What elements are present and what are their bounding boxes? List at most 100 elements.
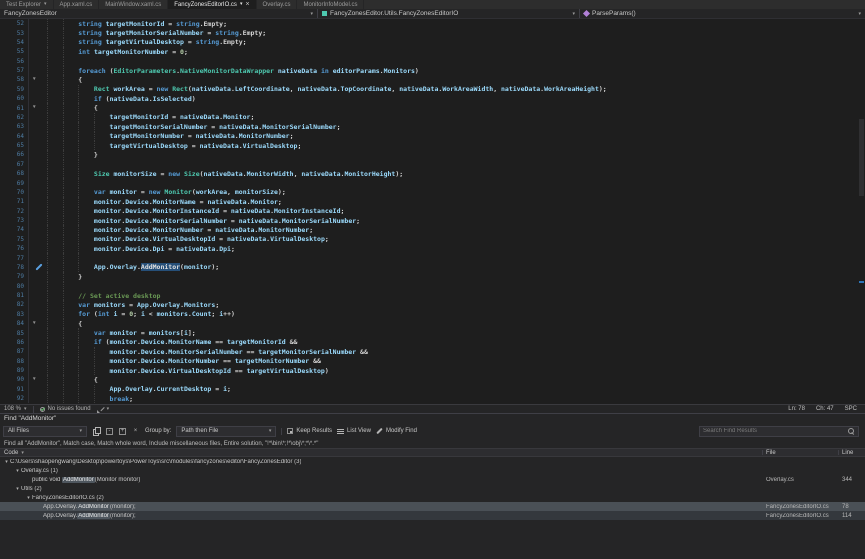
code-line[interactable]: 87monitor.Device.MonitorSerialNumber == … [0, 347, 865, 356]
line-number[interactable]: 73 [0, 217, 28, 224]
status-column-number[interactable]: Ch: 47 [816, 406, 834, 412]
code-line[interactable]: 67 [0, 160, 865, 169]
fold-chevron-icon[interactable]: ▾ [33, 75, 36, 84]
line-number[interactable]: 75 [0, 236, 28, 243]
glyph-margin[interactable] [28, 216, 47, 225]
code-line[interactable]: 73monitor.Device.MonitorSerialNumber = n… [0, 216, 865, 225]
line-number[interactable]: 90 [0, 376, 28, 383]
line-number[interactable]: 78 [0, 264, 28, 271]
code-line[interactable]: 61▾{ [0, 103, 865, 112]
member-dropdown[interactable]: ParseParams() ▾ [580, 9, 865, 18]
line-number[interactable]: 70 [0, 189, 28, 196]
glyph-margin[interactable] [28, 122, 47, 131]
glyph-margin[interactable] [28, 357, 47, 366]
status-spaces-indicator[interactable]: SPC [845, 406, 857, 412]
find-result-row[interactable]: ▾FancyZonesEditorIO.cs (2) [0, 493, 865, 502]
line-number[interactable]: 72 [0, 208, 28, 215]
line-number[interactable]: 68 [0, 170, 28, 177]
code-line[interactable]: 85var monitor = monitors[i]; [0, 328, 865, 337]
code-line[interactable]: 68Size monitorSize = new Size(nativeData… [0, 169, 865, 178]
column-line[interactable]: Line [842, 450, 853, 456]
code-line[interactable]: 62targetMonitorId = nativeData.Monitor; [0, 113, 865, 122]
code-line[interactable]: 52string targetMonitorId = string.Empty; [0, 19, 865, 28]
glyph-margin[interactable] [28, 150, 47, 159]
editor-scrollbar-thumb[interactable] [859, 119, 864, 196]
glyph-margin[interactable]: ▾ [28, 103, 47, 112]
glyph-margin[interactable] [28, 282, 47, 291]
line-number[interactable]: 87 [0, 348, 28, 355]
line-number[interactable]: 58 [0, 76, 28, 83]
column-divider[interactable] [838, 450, 839, 455]
glyph-margin[interactable] [28, 188, 47, 197]
line-number[interactable]: 57 [0, 67, 28, 74]
search-find-results-box[interactable] [699, 426, 859, 437]
fold-chevron-icon[interactable]: ▾ [33, 375, 36, 384]
keep-results-toggle[interactable]: Keep Results [287, 428, 332, 434]
line-number[interactable]: 63 [0, 123, 28, 130]
find-result-row[interactable]: ▾Overlay.cs (1) [0, 466, 865, 475]
project-dropdown[interactable]: FancyZonesEditor ▾ [0, 9, 318, 18]
code-line[interactable]: 76monitor.Device.Dpi = nativeData.Dpi; [0, 244, 865, 253]
glyph-margin[interactable] [28, 291, 47, 300]
code-line[interactable]: 63targetMonitorSerialNumber = nativeData… [0, 122, 865, 131]
list-view-button[interactable]: List View [337, 428, 371, 434]
glyph-margin[interactable] [28, 244, 47, 253]
close-icon[interactable]: × [245, 1, 249, 8]
zoom-control[interactable]: 108 % ▾ [4, 406, 27, 412]
collapse-all-icon[interactable]: - [105, 427, 114, 436]
code-line[interactable]: 78App.Overlay.AddMonitor(monitor); [0, 263, 865, 272]
glyph-margin[interactable] [28, 94, 47, 103]
line-number[interactable]: 66 [0, 151, 28, 158]
line-number[interactable]: 92 [0, 395, 28, 402]
glyph-margin[interactable] [28, 310, 47, 319]
code-line[interactable]: 83for (int i = 0; i < monitors.Count; i+… [0, 310, 865, 319]
expander-icon[interactable]: ▾ [14, 468, 21, 474]
find-result-row[interactable]: App.Overlay.AddMonitor(monitor);FancyZon… [0, 502, 865, 511]
glyph-margin[interactable] [28, 178, 47, 187]
code-line[interactable]: 86if (monitor.Device.MonitorName == targ… [0, 338, 865, 347]
code-line[interactable]: 64targetMonitorNumber = nativeData.Monit… [0, 132, 865, 141]
status-line-number[interactable]: Ln: 78 [788, 406, 805, 412]
chevron-down-icon[interactable]: ▾ [240, 2, 243, 7]
group-by-dropdown[interactable]: Path then File ▾ [176, 426, 276, 437]
line-number[interactable]: 59 [0, 86, 28, 93]
code-line[interactable]: 77 [0, 253, 865, 262]
glyph-margin[interactable] [28, 169, 47, 178]
expander-icon[interactable]: ▾ [25, 495, 32, 501]
glyph-margin[interactable] [28, 272, 47, 281]
code-line[interactable]: 53string targetMonitorSerialNumber = str… [0, 28, 865, 37]
find-result-row[interactable]: public void AddMonitor(Monitor monitor)O… [0, 475, 865, 484]
tab-overlay-cs[interactable]: Overlay.cs [257, 0, 298, 9]
code-line[interactable]: 88monitor.Device.MonitorNumber == target… [0, 357, 865, 366]
code-line[interactable]: 82var monitors = App.Overlay.Monitors; [0, 300, 865, 309]
glyph-margin[interactable]: ▾ [28, 375, 47, 384]
glyph-margin[interactable] [28, 338, 47, 347]
code-line[interactable]: 70var monitor = new Monitor(workArea, mo… [0, 188, 865, 197]
code-line[interactable]: 58▾{ [0, 75, 865, 84]
line-number[interactable]: 76 [0, 245, 28, 252]
glyph-margin[interactable] [28, 113, 47, 122]
code-line[interactable]: 72monitor.Device.MonitorInstanceId = nat… [0, 207, 865, 216]
fold-chevron-icon[interactable]: ▾ [33, 103, 36, 112]
glyph-margin[interactable] [28, 28, 47, 37]
code-line[interactable]: 80 [0, 282, 865, 291]
column-divider[interactable] [762, 450, 763, 455]
code-line[interactable]: 71monitor.Device.MonitorName = nativeDat… [0, 197, 865, 206]
glyph-margin[interactable] [28, 47, 47, 56]
glyph-margin[interactable] [28, 197, 47, 206]
glyph-margin[interactable] [28, 394, 47, 403]
glyph-margin[interactable] [28, 19, 47, 28]
line-number[interactable]: 77 [0, 255, 28, 262]
code-line[interactable]: 81// Set active desktop [0, 291, 865, 300]
line-number[interactable]: 65 [0, 142, 28, 149]
glyph-margin[interactable] [28, 57, 47, 66]
line-number[interactable]: 56 [0, 58, 28, 65]
code-line[interactable]: 57foreach (EditorParameters.NativeMonito… [0, 66, 865, 75]
line-number[interactable]: 88 [0, 358, 28, 365]
line-number[interactable]: 91 [0, 386, 28, 393]
glyph-margin[interactable] [28, 328, 47, 337]
glyph-margin[interactable] [28, 347, 47, 356]
copy-results-icon[interactable] [92, 427, 101, 436]
glyph-margin[interactable] [28, 300, 47, 309]
code-line[interactable]: 91App.Overlay.CurrentDesktop = i; [0, 385, 865, 394]
